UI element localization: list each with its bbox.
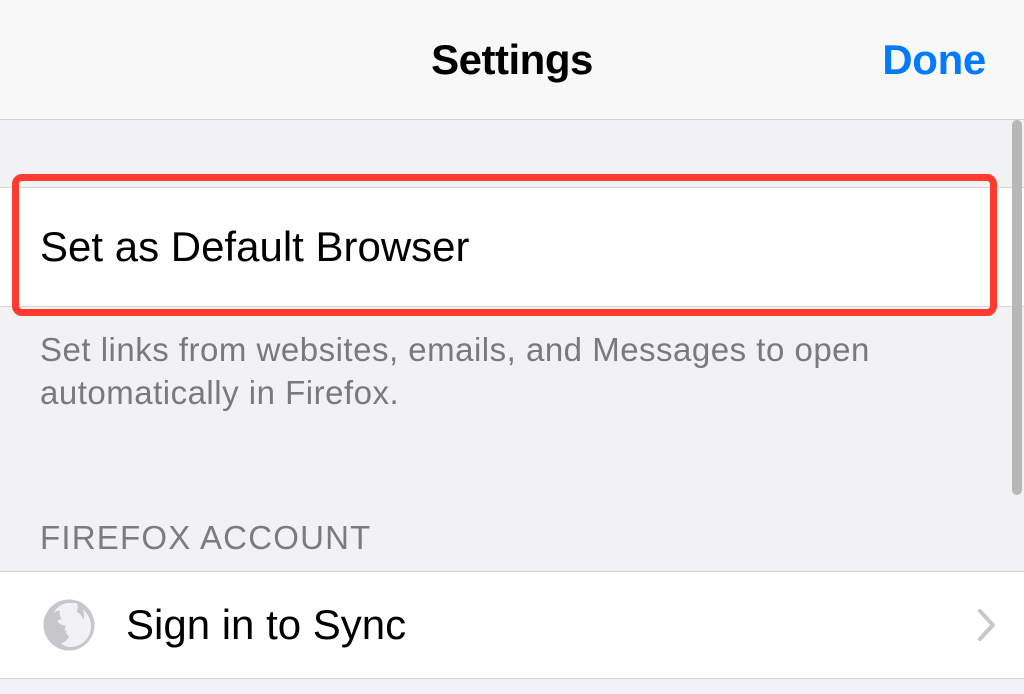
sign-in-sync-row[interactable]: Sign in to Sync bbox=[0, 571, 1024, 679]
set-default-browser-row[interactable]: Set as Default Browser bbox=[0, 187, 1024, 307]
set-default-browser-label: Set as Default Browser bbox=[40, 223, 470, 271]
sign-in-sync-label: Sign in to Sync bbox=[126, 601, 950, 649]
chevron-right-icon bbox=[978, 609, 996, 641]
firefox-account-section-header: FIREFOX ACCOUNT bbox=[0, 519, 1024, 571]
header-bar: Settings Done bbox=[0, 0, 1024, 120]
settings-content: Set as Default Browser Set links from we… bbox=[0, 120, 1024, 679]
scrollbar[interactable] bbox=[1010, 120, 1024, 694]
done-button[interactable]: Done bbox=[882, 36, 986, 84]
page-title: Settings bbox=[431, 36, 593, 84]
firefox-icon bbox=[40, 596, 98, 654]
scrollbar-thumb[interactable] bbox=[1012, 120, 1022, 495]
default-browser-description: Set links from websites, emails, and Mes… bbox=[0, 307, 1024, 415]
